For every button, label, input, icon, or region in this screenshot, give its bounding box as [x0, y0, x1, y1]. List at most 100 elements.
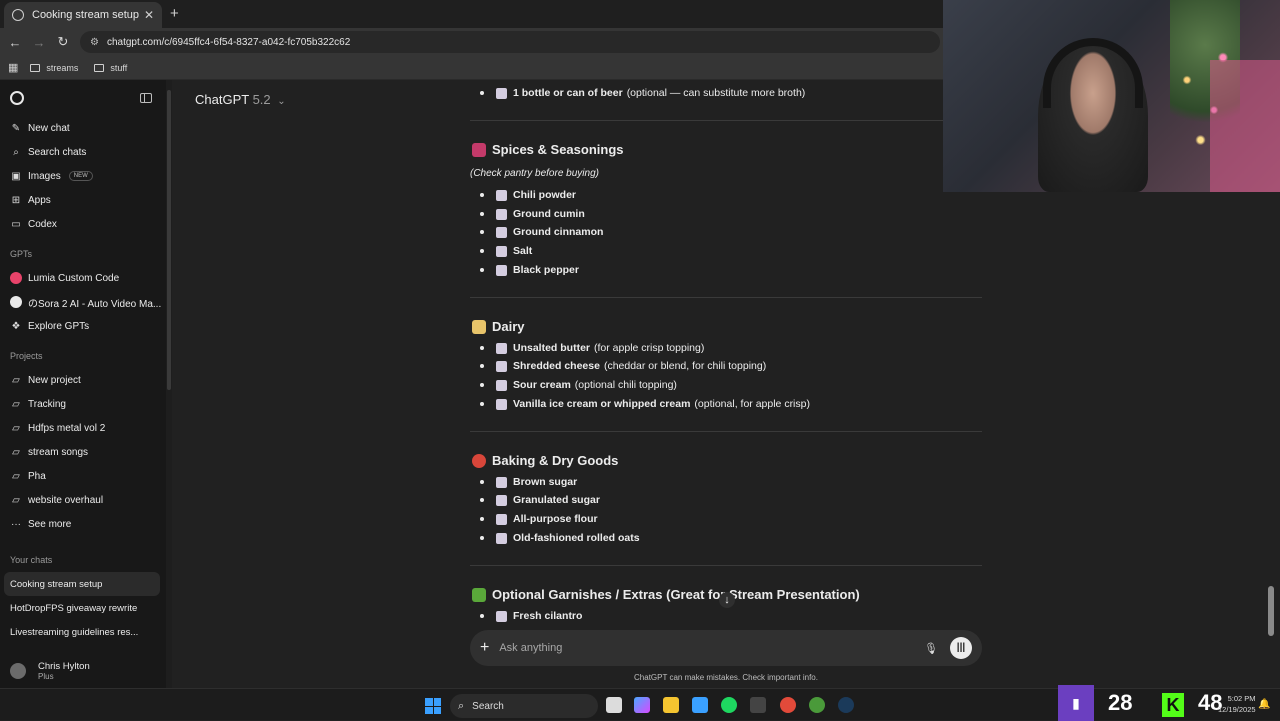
- close-tab-icon[interactable]: ✕: [144, 8, 154, 22]
- checkbox-icon: [496, 342, 507, 354]
- sidebar-project-tracking[interactable]: ▱ Tracking: [0, 392, 166, 416]
- sidebar-project-stream-songs[interactable]: ▱ stream songs: [0, 440, 166, 464]
- back-icon[interactable]: ←: [3, 35, 27, 50]
- list-item: Brown sugar: [480, 473, 581, 491]
- bullet: [480, 230, 484, 234]
- twitch-icon[interactable]: ▮: [1058, 685, 1094, 721]
- taskbar-search[interactable]: ⌕ Search: [450, 694, 598, 718]
- sidebar-item-search-chats[interactable]: ⌕ Search chats: [0, 140, 166, 164]
- composer: + 🎙 |||: [470, 630, 982, 666]
- chrome-icon[interactable]: [780, 697, 796, 713]
- address-bar[interactable]: ⚙ chatgpt.com/c/6945ffc4-6f54-8327-a042-…: [80, 31, 940, 53]
- microphone-icon[interactable]: 🎙: [924, 642, 938, 655]
- kick-icon[interactable]: K: [1162, 693, 1184, 717]
- sidebar-item-new-chat[interactable]: ✎ New chat: [0, 116, 166, 140]
- sidebar-project-pha[interactable]: ▱ Pha: [0, 464, 166, 488]
- more-icon: ···: [11, 518, 21, 530]
- sidebar-see-more[interactable]: ··· See more: [0, 512, 166, 536]
- folder-plus-icon: ▱: [12, 374, 20, 386]
- system-clock[interactable]: 5:02 PM 12/19/2025: [1218, 693, 1256, 715]
- bullet: [480, 383, 484, 387]
- address-url: chatgpt.com/c/6945ffc4-6f54-8327-a042-fc…: [106, 36, 351, 48]
- sidebar-chat-item[interactable]: Livestreaming guidelines res...: [0, 620, 166, 644]
- sidebar-item-label: website overhaul: [28, 494, 104, 506]
- sidebar-item-label: Explore GPTs: [28, 320, 90, 332]
- model-version: 5.2: [252, 92, 271, 107]
- file-explorer-icon[interactable]: [663, 697, 679, 713]
- user-profile[interactable]: Chris Hylton Plus: [0, 654, 166, 688]
- item-detail: (optional — can substitute more broth): [626, 87, 806, 99]
- list-item: 1 bottle or can of beer (optional — can s…: [480, 84, 805, 102]
- hud-icon[interactable]: [750, 697, 766, 713]
- divider: [470, 297, 982, 298]
- task-view-icon[interactable]: [606, 697, 622, 713]
- sidebar-item-images[interactable]: ▣ Images NEW: [0, 164, 166, 188]
- checkbox-icon: [496, 532, 507, 544]
- bookmark-folder-streams[interactable]: streams: [30, 63, 78, 73]
- sidebar-project-new[interactable]: ▱ New project: [0, 368, 166, 392]
- sidebar-gpt-sora[interactable]: のSora 2 AI - Auto Video Ma...: [0, 290, 166, 314]
- sidebar-gpt-lumia[interactable]: Lumia Custom Code: [0, 266, 166, 290]
- pink-decor: [1210, 60, 1280, 192]
- section-heading-spices: Spices & Seasonings: [472, 142, 624, 157]
- voice-mode-button[interactable]: |||: [950, 637, 972, 659]
- list-item: Black pepper: [480, 261, 583, 279]
- divider: [470, 120, 982, 121]
- notepad-icon[interactable]: [692, 697, 708, 713]
- item-bold: Shredded cheese: [513, 360, 600, 372]
- item-bold: Ground cinnamon: [513, 226, 604, 238]
- site-info-icon[interactable]: ⚙: [90, 37, 99, 48]
- twitch-viewer-count: 28: [1108, 690, 1133, 715]
- scrollbar-thumb[interactable]: [167, 90, 171, 390]
- reload-icon[interactable]: ↻: [51, 34, 75, 50]
- checkbox-icon: [496, 494, 507, 506]
- scroll-to-bottom-button[interactable]: ↓: [719, 592, 735, 608]
- user-plan: Plus: [38, 672, 54, 681]
- section-heading-baking: Baking & Dry Goods: [472, 453, 618, 468]
- new-tab-button[interactable]: +: [170, 5, 179, 22]
- section-heading-garnishes: Optional Garnishes / Extras (Great for S…: [472, 587, 860, 602]
- prompt-input[interactable]: [499, 642, 925, 654]
- bullet: [480, 268, 484, 272]
- folder-icon: ▱: [12, 470, 20, 482]
- sidebar-item-codex[interactable]: ▭ Codex: [0, 212, 166, 236]
- bookmark-folder-stuff[interactable]: stuff: [94, 63, 127, 73]
- bullet: [480, 212, 484, 216]
- chrome-icon[interactable]: [809, 697, 825, 713]
- model-name: ChatGPT: [195, 92, 249, 107]
- bullet: [480, 249, 484, 253]
- copilot-icon[interactable]: [634, 697, 650, 713]
- browser-tab-active[interactable]: Cooking stream setup ✕: [4, 2, 162, 28]
- windows-start-icon[interactable]: [425, 698, 441, 714]
- sidebar-item-label: New project: [28, 374, 81, 386]
- item-bold: Chili powder: [513, 189, 576, 201]
- sidebar-item-label: stream songs: [28, 446, 89, 458]
- item-bold: Salt: [513, 245, 533, 257]
- list-item: Ground cumin: [480, 205, 589, 223]
- spotify-icon[interactable]: [721, 697, 737, 713]
- model-selector[interactable]: ChatGPT 5.2 ⌄: [195, 92, 286, 107]
- apps-grid-icon[interactable]: ▦: [8, 61, 18, 74]
- chatgpt-logo-icon[interactable]: [10, 91, 24, 105]
- bookmark-label: streams: [46, 62, 79, 73]
- sidebar-item-apps[interactable]: ⊞ Apps: [0, 188, 166, 212]
- steam-icon[interactable]: [838, 697, 854, 713]
- sidebar-project-hdfps[interactable]: ▱ Hdfps metal vol 2: [0, 416, 166, 440]
- sidebar-chat-active[interactable]: Cooking stream setup: [4, 572, 160, 596]
- notification-bell-icon[interactable]: 🔔: [1258, 699, 1270, 710]
- main-scrollbar-thumb[interactable]: [1268, 586, 1274, 636]
- bullet: [480, 517, 484, 521]
- gpts-heading: GPTs: [10, 249, 33, 259]
- forward-icon[interactable]: →: [27, 35, 51, 50]
- your-chats-heading: Your chats: [10, 555, 53, 565]
- sidebar-project-website[interactable]: ▱ website overhaul: [0, 488, 166, 512]
- toggle-sidebar-icon[interactable]: [140, 93, 152, 103]
- list-item: Old-fashioned rolled oats: [480, 529, 644, 547]
- list-item: Vanilla ice cream or whipped cream (optio…: [480, 395, 810, 413]
- bullet: [480, 402, 484, 406]
- sidebar-explore-gpts[interactable]: ❖ Explore GPTs: [0, 314, 166, 338]
- add-attachment-icon[interactable]: +: [480, 639, 489, 657]
- sidebar-item-label: Images: [28, 170, 61, 182]
- sidebar-chat-item[interactable]: HotDropFPS giveaway rewrite: [0, 596, 166, 620]
- bullet: [480, 193, 484, 197]
